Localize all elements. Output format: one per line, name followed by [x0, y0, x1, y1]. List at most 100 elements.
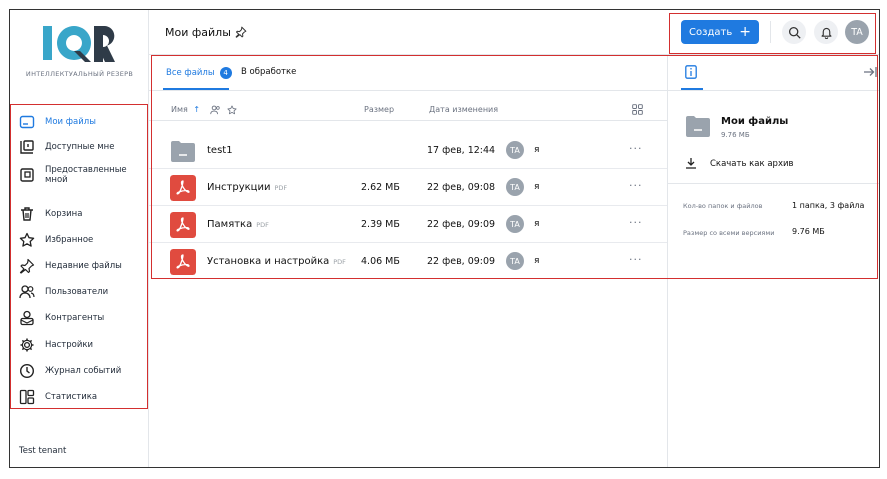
- stats-icon: [19, 389, 35, 405]
- table-row[interactable]: Памятка PDF 2.39 МБ 22 фев, 09:09 TA я ··…: [149, 206, 667, 243]
- logo-subtitle: ИНТЕЛЛЕКТУАЛЬНЫЙ РЕЗЕРВ: [25, 70, 134, 78]
- more-options-icon[interactable]: ···: [629, 179, 643, 192]
- active-tab-indicator: [163, 88, 229, 90]
- sidebar-item-contractors[interactable]: Контрагенты: [14, 310, 145, 326]
- file-name: Памятка PDF: [207, 219, 269, 230]
- file-name-text: Памятка: [207, 219, 253, 230]
- sidebar-item-trash[interactable]: Корзина: [14, 206, 145, 222]
- sidebar-item-label: Настройки: [45, 340, 94, 350]
- users-filter-icon[interactable]: [210, 105, 221, 115]
- more-options-icon[interactable]: ···: [629, 253, 643, 266]
- grid-view-icon[interactable]: [632, 104, 643, 115]
- more-options-icon[interactable]: ···: [629, 216, 643, 229]
- active-tab-indicator: [681, 88, 703, 90]
- column-label: Имя: [171, 105, 188, 114]
- file-extension: PDF: [333, 258, 346, 266]
- tenant-name: Test tenant: [19, 446, 67, 456]
- pin-icon: [19, 258, 35, 274]
- sidebar-item-recent[interactable]: Недавние файлы: [14, 258, 145, 274]
- star-filter-icon[interactable]: [227, 105, 237, 115]
- column-name-header[interactable]: Имя ↑: [171, 105, 200, 114]
- user-avatar[interactable]: TA: [845, 20, 869, 44]
- tab-processing[interactable]: В обработке: [241, 67, 296, 77]
- file-extension: PDF: [256, 221, 269, 229]
- table-row[interactable]: test1 17 фев, 12:44 TA я ···: [149, 132, 667, 169]
- my-files-icon: [19, 114, 35, 130]
- sidebar-item-label: Предоставленные мной: [45, 165, 127, 185]
- folder-icon: [686, 116, 710, 137]
- sidebar-item-statistics[interactable]: Статистика: [14, 389, 145, 405]
- table-row[interactable]: Инструкции PDF 2.62 МБ 22 фев, 09:08 TA я…: [149, 169, 667, 206]
- plus-icon: +: [739, 24, 751, 40]
- column-size-header[interactable]: Размер: [364, 105, 394, 114]
- file-size: 2.39 МБ: [361, 219, 400, 230]
- file-list-area: Все файлы 4 В обработке Имя ↑ Размер Дат…: [149, 55, 667, 467]
- tab-label: Все файлы: [166, 68, 215, 78]
- table-header: Имя ↑ Размер Дата изменения: [149, 99, 667, 121]
- owner-avatar: TA: [506, 215, 524, 233]
- column-date-header[interactable]: Дата изменения: [429, 105, 498, 114]
- app-window: ИНТЕЛЛЕКТУАЛЬНЫЙ РЕЗЕРВ Мои файлы Доступ…: [9, 9, 880, 468]
- file-name-text: Установка и настройка: [207, 256, 330, 267]
- create-button[interactable]: Создать +: [681, 20, 759, 44]
- sidebar-item-label: Пользователи: [45, 287, 109, 297]
- owner-avatar: TA: [506, 178, 524, 196]
- collapse-panel-icon[interactable]: [863, 66, 877, 78]
- info-icon[interactable]: [685, 65, 697, 79]
- sidebar-item-event-log[interactable]: Журнал событий: [14, 363, 145, 379]
- search-button[interactable]: [782, 20, 806, 44]
- star-icon: [19, 232, 35, 248]
- file-size: 2.62 МБ: [361, 182, 400, 193]
- owner-avatar: TA: [506, 252, 524, 270]
- search-icon: [788, 26, 801, 39]
- details-title: Мои файлы: [721, 116, 789, 127]
- top-bar: Мои файлы Создать + TA: [149, 10, 879, 55]
- owner-name: я: [534, 145, 540, 155]
- sort-arrow-icon: ↑: [193, 105, 201, 114]
- versions-size-label: Размер со всеми версиями: [683, 229, 775, 237]
- owner-name: я: [534, 219, 540, 229]
- file-date: 22 фев, 09:08: [427, 182, 496, 193]
- tabs: Все файлы 4 В обработке: [149, 55, 667, 91]
- file-size: 4.06 МБ: [361, 256, 400, 267]
- file-date: 22 фев, 09:09: [427, 219, 496, 230]
- count-badge: 4: [219, 67, 232, 79]
- divider: [668, 183, 879, 184]
- table-row[interactable]: Установка и настройка PDF 4.06 МБ 22 фев,…: [149, 243, 667, 280]
- users-icon: [19, 284, 35, 300]
- count-value: 1 папка, 3 файла: [792, 201, 865, 210]
- sidebar-item-favorites[interactable]: Избранное: [14, 232, 145, 248]
- notifications-button[interactable]: [814, 20, 838, 44]
- tab-label: В обработке: [241, 67, 297, 77]
- sidebar-item-label: Недавние файлы: [45, 261, 122, 271]
- sidebar-item-label: Доступные мне: [45, 142, 115, 152]
- sidebar-item-shared-by-me[interactable]: Предоставленные мной: [14, 164, 145, 186]
- toolbar-divider: [770, 21, 771, 43]
- shared-by-me-icon: [19, 167, 35, 183]
- download-icon[interactable]: [685, 157, 697, 169]
- sidebar-item-my-files[interactable]: Мои файлы: [14, 114, 145, 130]
- tab-all-files[interactable]: Все файлы 4: [166, 67, 232, 79]
- sidebar-nav: Мои файлы Доступные мне Предоставленные …: [14, 106, 145, 406]
- page-title: Мои файлы: [165, 26, 231, 39]
- details-panel-header: [668, 55, 879, 91]
- file-name-text: test1: [207, 145, 233, 156]
- sidebar-item-shared-with-me[interactable]: Доступные мне: [14, 139, 145, 155]
- folder-icon: [171, 141, 195, 162]
- owner-name: я: [534, 256, 540, 266]
- sidebar-item-users[interactable]: Пользователи: [14, 284, 145, 300]
- file-date: 22 фев, 09:09: [427, 256, 496, 267]
- contractors-icon: [19, 310, 35, 326]
- download-archive-link[interactable]: Скачать как архив: [710, 159, 794, 169]
- pdf-icon: [170, 212, 196, 238]
- sidebar-item-label: Избранное: [45, 235, 94, 245]
- sidebar-item-label: Контрагенты: [45, 313, 105, 323]
- more-options-icon[interactable]: ···: [629, 142, 643, 155]
- sidebar-item-label: Мои файлы: [45, 117, 96, 127]
- pin-icon[interactable]: [235, 26, 247, 38]
- file-date: 17 фев, 12:44: [427, 145, 496, 156]
- sidebar-item-settings[interactable]: Настройки: [14, 337, 145, 353]
- file-name-text: Инструкции: [207, 182, 271, 193]
- sidebar-item-label: Статистика: [45, 392, 98, 402]
- shared-with-me-icon: [19, 139, 35, 155]
